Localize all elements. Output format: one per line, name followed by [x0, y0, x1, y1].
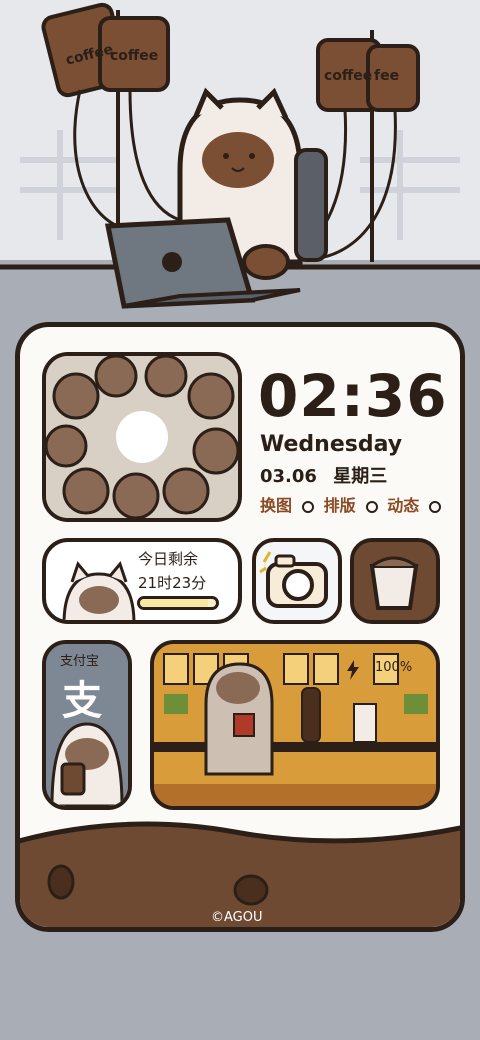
link-layout[interactable]: 排版 — [324, 496, 356, 515]
coffee-bag-left: coffee coffee — [41, 2, 170, 98]
rest-progress-bar — [137, 596, 219, 610]
rest-value: 21时23分 — [138, 574, 207, 592]
svg-text:coffee: coffee — [324, 68, 372, 84]
rest-title: 今日剩余 — [138, 550, 199, 568]
camera-widget[interactable] — [252, 538, 342, 624]
coffee-cup-icon — [354, 542, 436, 620]
widget-links: 换图 排版 动态 — [260, 492, 445, 516]
camera-icon — [259, 551, 328, 608]
link-dynamic[interactable]: 动态 — [387, 496, 419, 515]
weekday-en: Wednesday — [260, 432, 403, 457]
svg-text:fee: fee — [374, 68, 399, 84]
svg-text:coffee: coffee — [110, 48, 158, 64]
drink-widget[interactable] — [350, 538, 440, 624]
bullet-icon — [365, 500, 378, 513]
clock-time: 02:36 — [258, 362, 448, 430]
photo-widget[interactable] — [42, 352, 242, 522]
battery-percent: 100% — [375, 660, 413, 675]
link-change-image[interactable]: 换图 — [260, 496, 292, 515]
bullet-icon — [429, 500, 442, 513]
bullet-icon — [302, 500, 315, 513]
date-row: 03.06 星期三 — [260, 462, 387, 488]
credit-text: ©AGOU — [211, 910, 263, 925]
alipay-label: 支付宝 — [60, 654, 100, 669]
alipay-char: 支 — [62, 678, 102, 724]
date-value: 03.06 — [260, 466, 317, 487]
bolt-icon — [345, 660, 361, 684]
weekday-cn: 星期三 — [333, 466, 388, 487]
coffee-bag-right: coffee fee — [316, 38, 420, 112]
wallpaper-top-illustration: coffee coffee coffee fee — [0, 0, 480, 320]
rest-progress-fill — [140, 599, 209, 607]
